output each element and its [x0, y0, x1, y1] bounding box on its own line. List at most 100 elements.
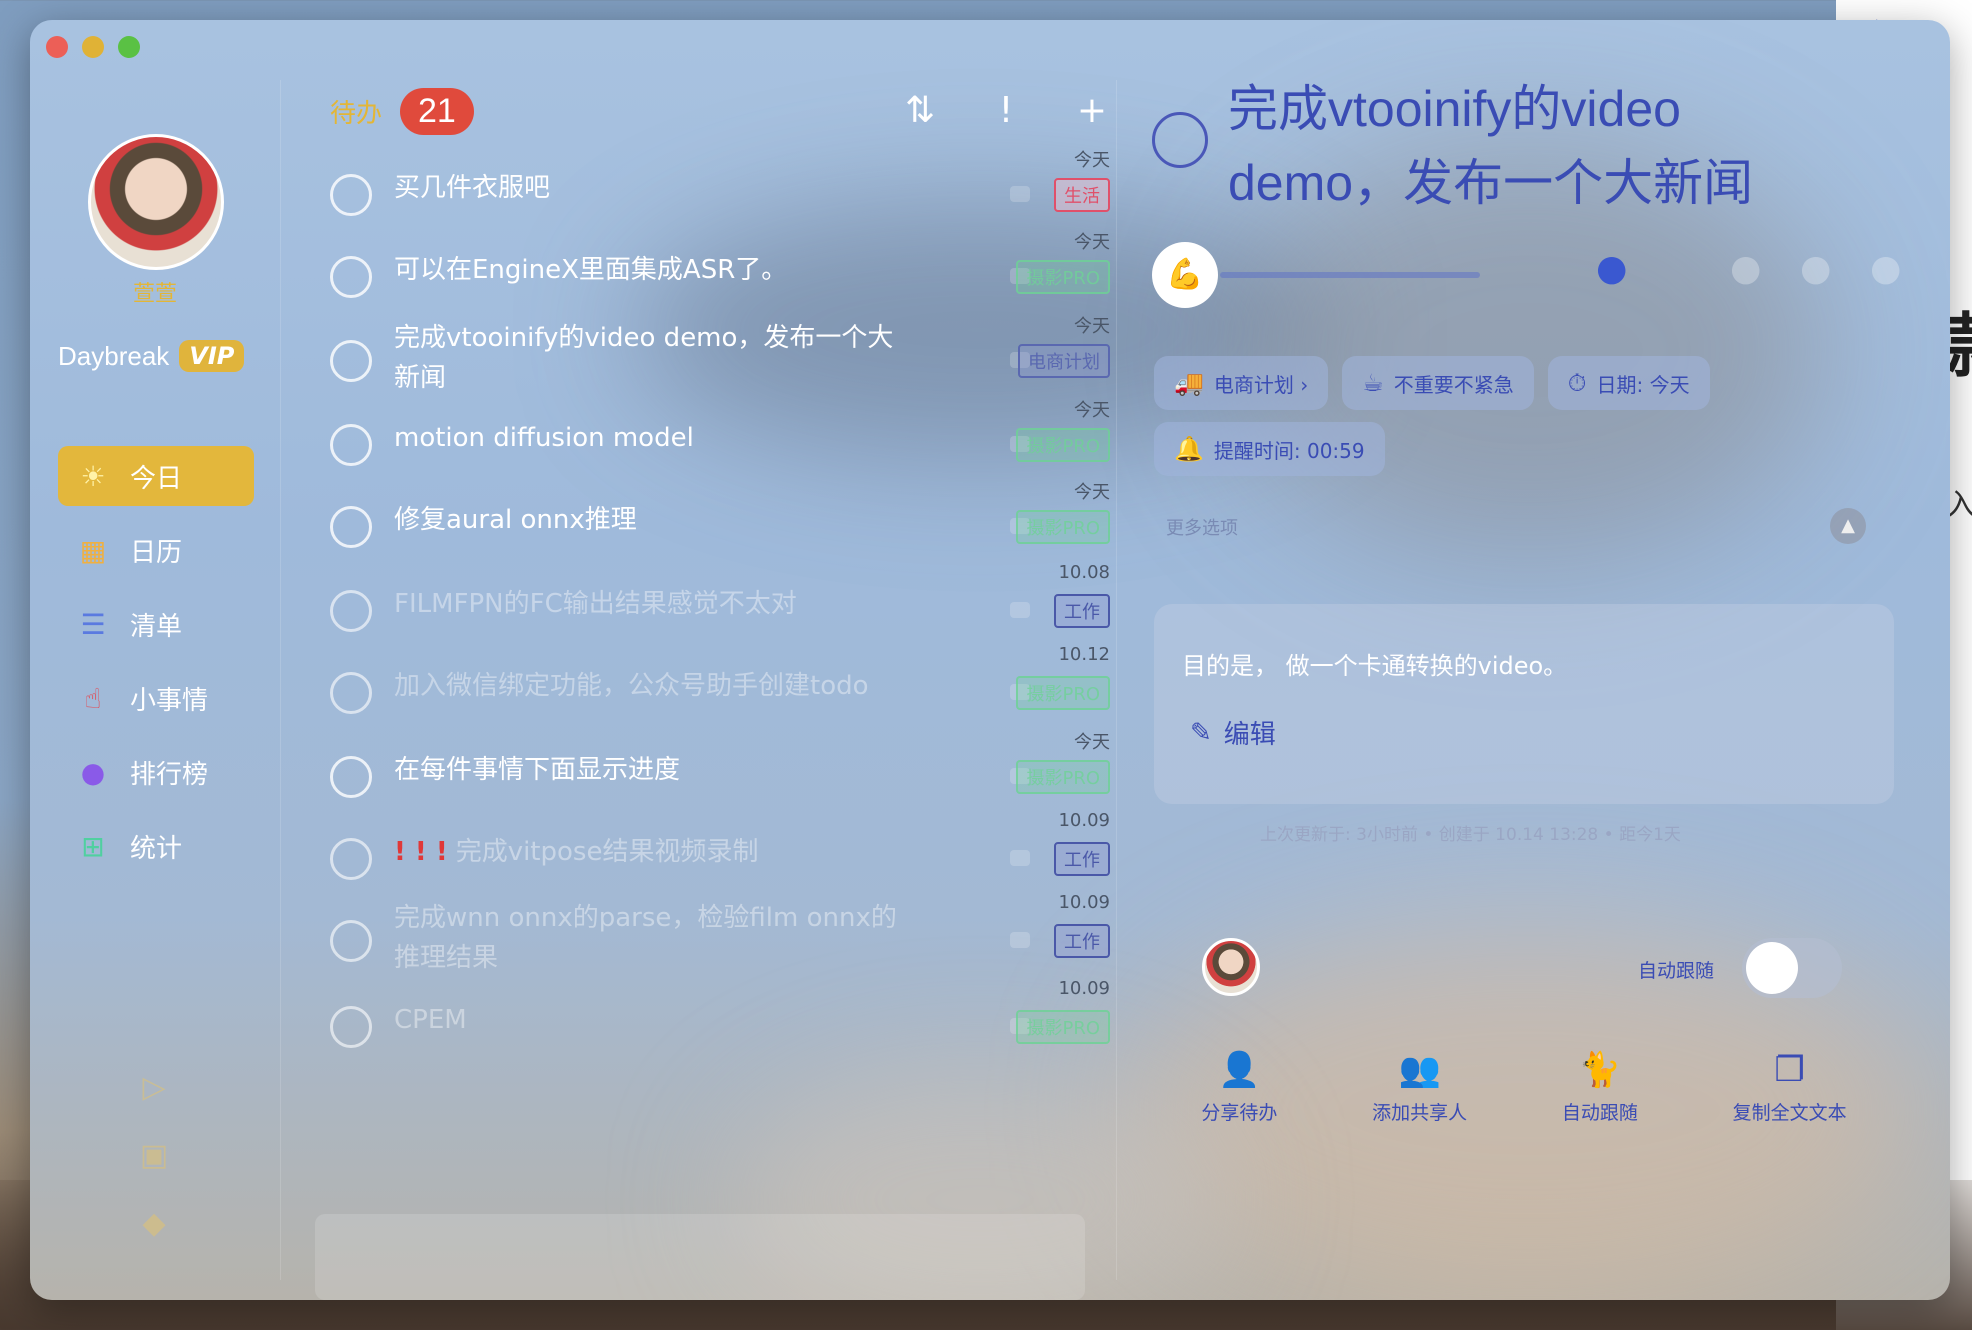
- copy-button[interactable]: ❐ 复制全文文本: [1733, 1050, 1847, 1125]
- todo-date: 今天: [1074, 316, 1110, 337]
- action-label: 分享待办: [1201, 1102, 1278, 1124]
- todo-tag[interactable]: 摄影PRO: [1016, 1010, 1110, 1044]
- chip-bell[interactable]: 🔔 提醒时间: 00:59: [1154, 422, 1385, 476]
- todo-tag[interactable]: 摄影PRO: [1016, 676, 1110, 710]
- bell-icon: 🔔: [1174, 435, 1204, 463]
- todo-title-text: 修复aural onnx推理: [394, 505, 637, 535]
- todo-title: 买几件衣服吧: [394, 168, 914, 208]
- add-people-button[interactable]: 👥 添加共享人: [1372, 1050, 1467, 1125]
- sidebar-bottom-icons: ▷ ▣ ◆: [136, 1070, 172, 1242]
- play-icon[interactable]: ▷: [136, 1070, 172, 1106]
- list-header: 待办 21: [330, 88, 474, 135]
- lemon-icon[interactable]: ●: [1596, 248, 1627, 289]
- todo-checkbox[interactable]: [330, 506, 372, 548]
- todo-row[interactable]: 加入微信绑定功能，公众号助手创建todo 10.12 摄影PRO: [330, 644, 1110, 740]
- todo-date: 10.08: [1058, 562, 1110, 583]
- note-text: 目的是， 做一个卡通转换的video。: [1182, 652, 1568, 680]
- todo-title-text: 完成vitpose结果视频录制: [455, 837, 759, 867]
- comment-icon: [1010, 602, 1030, 618]
- todo-checkbox[interactable]: [330, 590, 372, 632]
- auto-follow-toggle[interactable]: [1742, 938, 1842, 998]
- todo-checkbox[interactable]: [330, 340, 372, 382]
- todo-tag[interactable]: 摄影PRO: [1016, 510, 1110, 544]
- todo-checkbox[interactable]: [330, 838, 372, 880]
- archive-icon[interactable]: ▣: [136, 1138, 172, 1174]
- sidebar-item-3[interactable]: ☝ 小事情: [58, 668, 254, 728]
- detail-title[interactable]: 完成vtooinify的video demo，发布一个大新闻: [1228, 72, 1828, 220]
- todo-tag[interactable]: 摄影PRO: [1016, 428, 1110, 462]
- sidebar-item-1[interactable]: ▦ 日历: [58, 520, 254, 580]
- todo-tag[interactable]: 摄影PRO: [1016, 260, 1110, 294]
- todo-tag[interactable]: 生活: [1054, 178, 1110, 212]
- todo-title-text: 完成vtooinify的video demo，发布一个大新闻: [394, 323, 894, 393]
- todo-title-text: 在每件事情下面显示进度: [394, 755, 681, 785]
- share-button[interactable]: 👤 分享待办: [1201, 1050, 1277, 1125]
- todo-checkbox[interactable]: [330, 424, 372, 466]
- lemon-icon[interactable]: ●: [1800, 248, 1831, 289]
- todo-tag[interactable]: 工作: [1054, 842, 1110, 876]
- leaf-icon[interactable]: ◆: [136, 1206, 172, 1242]
- sidebar-item-label: 小事情: [130, 685, 209, 716]
- cat-icon: 🐈: [1578, 1050, 1622, 1090]
- shared-user-avatar[interactable]: [1202, 938, 1260, 996]
- todo-title-text: CPEM: [394, 1005, 467, 1035]
- lemon-icon[interactable]: ●: [1730, 248, 1761, 289]
- sidebar: 萱萱 Daybreak VIP ☀ 今日 ▦ 日历 ☰ 清单 ☝ 小事情 ● 排行榜 ⊞ 统计 ▷ ▣…: [30, 20, 280, 1300]
- comment-icon: [1010, 186, 1030, 202]
- sidebar-item-label: 统计: [130, 833, 183, 864]
- todo-title-text: FILMFPN的FC输出结果感觉不太对: [394, 589, 797, 619]
- chip-cup[interactable]: ☕ 不重要不紧急: [1342, 356, 1534, 410]
- sidebar-item-5[interactable]: ⊞ 统计: [58, 816, 254, 876]
- todo-title-text: 可以在EngineX里面集成ASR了。: [394, 255, 788, 285]
- sidebar-item-4[interactable]: ● 排行榜: [58, 742, 254, 802]
- todo-checkbox[interactable]: [330, 756, 372, 798]
- todo-checkbox[interactable]: [330, 672, 372, 714]
- todo-date: 今天: [1074, 232, 1110, 253]
- todo-checkbox[interactable]: [330, 920, 372, 962]
- avatar[interactable]: [88, 134, 224, 270]
- todo-title: 完成vtooinify的video demo，发布一个大新闻: [394, 318, 914, 398]
- todo-row[interactable]: 可以在EngineX里面集成ASR了。 今天摄影PRO: [330, 228, 1110, 324]
- todo-tag[interactable]: 摄影PRO: [1016, 760, 1110, 794]
- todo-checkbox[interactable]: [330, 174, 372, 216]
- collapse-icon[interactable]: ▲: [1830, 508, 1866, 544]
- lemon-icon[interactable]: ●: [1870, 248, 1901, 289]
- chip-truck[interactable]: 🚚 电商计划 ›: [1154, 356, 1329, 410]
- sidebar-item-label: 清单: [130, 611, 183, 642]
- sidebar-item-label: 日历: [130, 537, 183, 568]
- add-icon[interactable]: +: [1072, 90, 1112, 131]
- edit-button[interactable]: ✎ 编辑: [1190, 714, 1276, 751]
- progress-slider-track[interactable]: [1220, 272, 1480, 278]
- divider: [280, 80, 281, 1280]
- cat-button[interactable]: 🐈 自动跟随: [1562, 1050, 1638, 1125]
- todo-row[interactable]: 完成vtooinify的video demo，发布一个大新闻 今天电商计划: [330, 312, 1110, 408]
- truck-icon: 🚚: [1174, 369, 1204, 397]
- sort-icon[interactable]: ⇅: [900, 90, 940, 131]
- todo-date: 今天: [1074, 732, 1110, 753]
- flame-icon: ●: [80, 755, 106, 789]
- calendar-icon: ▦: [79, 533, 107, 567]
- todo-title: 在每件事情下面显示进度: [394, 750, 914, 790]
- todo-row[interactable]: CPEM 10.09 摄影PRO: [330, 978, 1110, 1074]
- chip-timer[interactable]: ⏱ 日期: 今天: [1547, 356, 1710, 410]
- todo-tag[interactable]: 工作: [1054, 924, 1110, 958]
- todo-row[interactable]: 完成wnn onnx的parse，检验film onnx的推理结果 10.09 工作: [330, 892, 1110, 988]
- divider: [1116, 80, 1117, 1280]
- todo-checkbox[interactable]: [330, 256, 372, 298]
- sidebar-item-0[interactable]: ☀ 今日: [58, 446, 254, 506]
- sidebar-item-2[interactable]: ☰ 清单: [58, 594, 254, 654]
- todo-title-text: motion diffusion model: [394, 423, 694, 453]
- todo-row[interactable]: 修复aural onnx推理 今天 摄影PRO: [330, 478, 1110, 574]
- priority-icon[interactable]: !: [986, 90, 1026, 131]
- detail-complete-checkbox[interactable]: [1152, 112, 1208, 168]
- more-options[interactable]: 更多选项: [1166, 514, 1238, 540]
- finger-icon: ☝: [84, 681, 102, 715]
- todo-title: FILMFPN的FC输出结果感觉不太对: [394, 584, 914, 624]
- todo-tag[interactable]: 工作: [1054, 594, 1110, 628]
- todo-tag[interactable]: 电商计划: [1018, 344, 1110, 378]
- vip-badge[interactable]: VIP: [179, 340, 245, 372]
- app-window: 萱萱 Daybreak VIP ☀ 今日 ▦ 日历 ☰ 清单 ☝ 小事情 ● 排行榜 ⊞ 统计 ▷ ▣…: [30, 20, 1950, 1300]
- progress-slider-knob[interactable]: 💪: [1152, 242, 1218, 308]
- action-label: 复制全文文本: [1732, 1102, 1847, 1124]
- todo-checkbox[interactable]: [330, 1006, 372, 1048]
